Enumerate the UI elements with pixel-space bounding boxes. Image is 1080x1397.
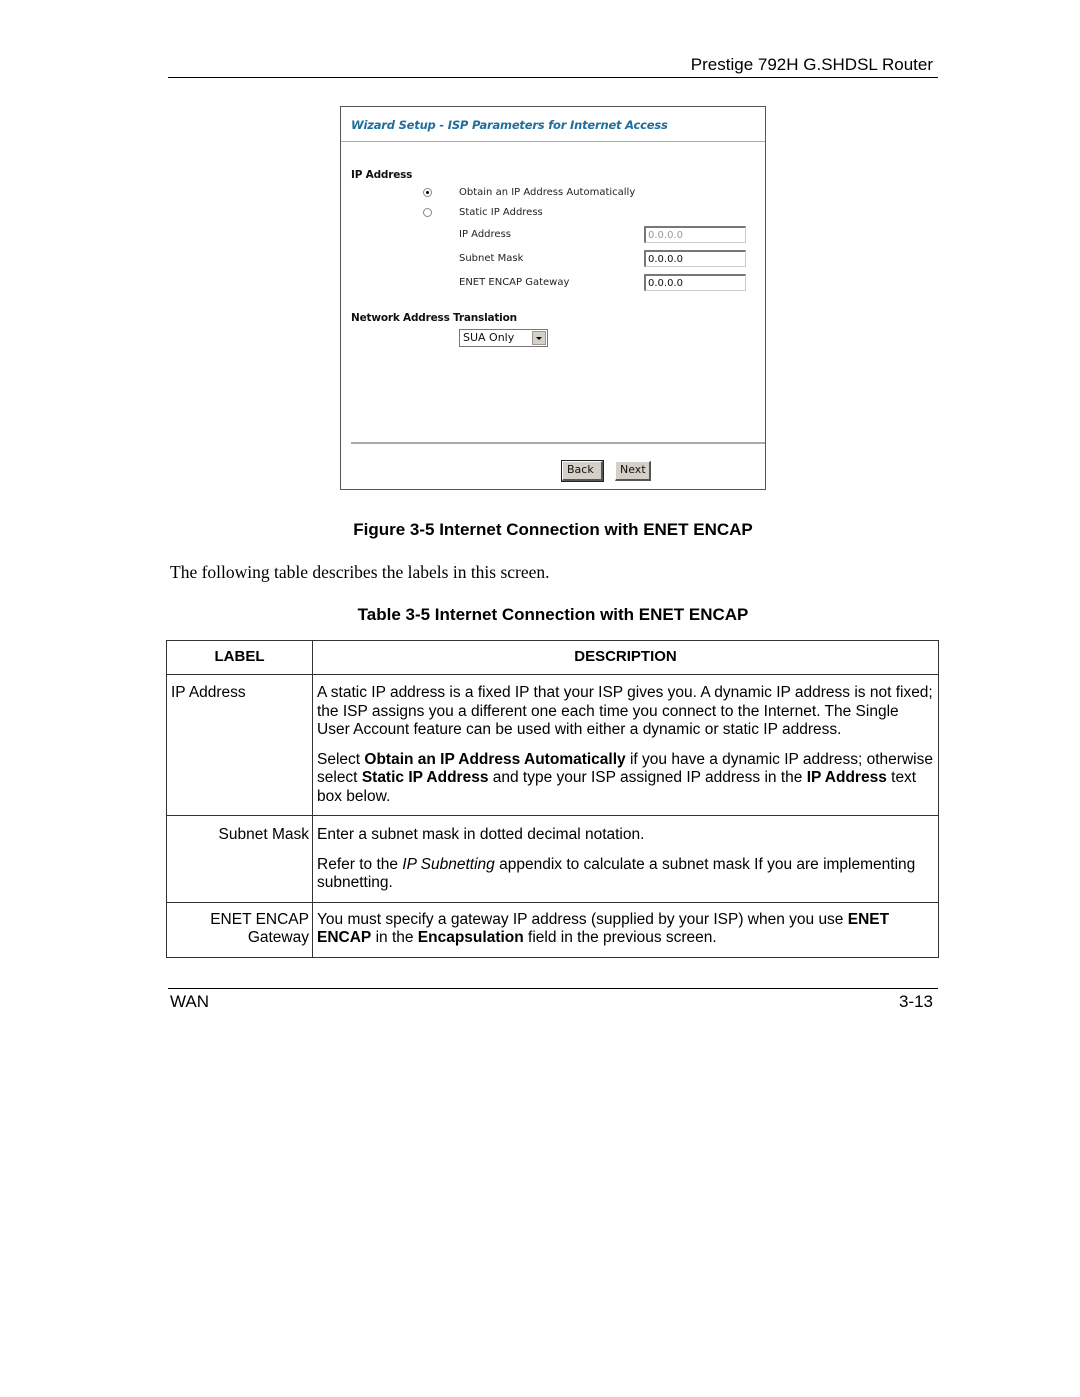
button-divider (351, 442, 765, 444)
row-label: ENET ENCAP Gateway (166, 901, 313, 958)
bold-term: IP Address (806, 769, 887, 786)
page-footer: WAN 3-13 (168, 988, 938, 1015)
figure-caption: Figure 3-5 Internet Connection with ENET… (353, 520, 753, 539)
text-run: field in the previous screen. (523, 929, 717, 946)
radio-obtain-automatically-label: Obtain an IP Address Automatically (459, 187, 636, 198)
text-run: and type your ISP assigned IP address in… (488, 769, 807, 786)
bold-term: Obtain an IP Address Automatically (364, 750, 626, 768)
italic-term: IP Subnetting (402, 855, 495, 873)
page-number: 3-13 (898, 992, 933, 1011)
gateway-field-label: ENET ENCAP Gateway (459, 277, 570, 288)
description-paragraph: You must specify a gateway IP address (s… (317, 911, 934, 948)
radio-static-ip[interactable] (423, 208, 432, 217)
chevron-down-icon[interactable] (532, 331, 546, 345)
description-paragraph: Refer to the IP Subnetting appendix to c… (317, 856, 934, 893)
row-description: A static IP address is a fixed IP that y… (312, 674, 939, 816)
subnet-mask-field-label: Subnet Mask (459, 253, 524, 264)
page-header: Prestige 792H G.SHDSL Router (168, 54, 938, 78)
footer-section: WAN (170, 992, 210, 1011)
table-row: ENET ENCAP Gateway You must specify a gat… (166, 901, 939, 958)
label-line: Gateway (247, 929, 309, 946)
row-label: Subnet Mask (166, 815, 313, 903)
description-paragraph: Select Obtain an IP Address Automaticall… (317, 751, 934, 807)
subnet-mask-input[interactable]: 0.0.0.0 (644, 250, 746, 267)
text-run: You must specify a gateway IP address (s… (317, 910, 848, 928)
back-button[interactable]: Back (561, 460, 604, 482)
bold-term: Static IP Address (361, 769, 489, 786)
row-description: Enter a subnet mask in dotted decimal no… (312, 815, 939, 903)
row-label: IP Address (166, 674, 313, 816)
table-row: Subnet Mask Enter a subnet mask in dotte… (166, 815, 939, 903)
radio-static-ip-label: Static IP Address (459, 207, 543, 218)
ip-address-input[interactable]: 0.0.0.0 (644, 226, 746, 243)
radio-obtain-automatically[interactable] (423, 188, 432, 197)
table-row: IP Address A static IP address is a fixe… (166, 674, 939, 816)
header-description: DESCRIPTION (312, 640, 939, 675)
description-table: LABEL DESCRIPTION IP Address A static IP… (166, 640, 939, 958)
title-divider (341, 141, 765, 142)
nat-select[interactable]: SUA Only (459, 329, 548, 347)
description-paragraph: A static IP address is a fixed IP that y… (317, 684, 933, 738)
nat-section-label: Network Address Translation (351, 312, 517, 324)
description-paragraph: Enter a subnet mask in dotted decimal no… (317, 826, 645, 843)
ip-address-field-label: IP Address (459, 229, 511, 240)
ip-address-section-label: IP Address (351, 169, 413, 181)
wizard-screenshot: Wizard Setup - ISP Parameters for Intern… (340, 106, 766, 490)
label-line: ENET ENCAP (210, 910, 309, 928)
table-caption: Table 3-5 Internet Connection with ENET … (357, 605, 749, 624)
intro-paragraph: The following table describes the labels… (170, 562, 550, 582)
bold-term: Encapsulation (417, 929, 524, 946)
text-run: Refer to the (317, 855, 403, 873)
header-label: LABEL (166, 640, 313, 675)
table-header-row: LABEL DESCRIPTION (166, 640, 939, 675)
document-title: Prestige 792H G.SHDSL Router (690, 55, 933, 74)
row-description: You must specify a gateway IP address (s… (312, 901, 939, 958)
enet-encap-gateway-input[interactable]: 0.0.0.0 (644, 274, 746, 291)
nat-select-value: SUA Only (463, 331, 515, 344)
wizard-title: Wizard Setup - ISP Parameters for Intern… (351, 118, 668, 132)
text-run: Select (317, 750, 365, 768)
text-run: in the (371, 929, 418, 946)
next-button[interactable]: Next (615, 461, 651, 481)
